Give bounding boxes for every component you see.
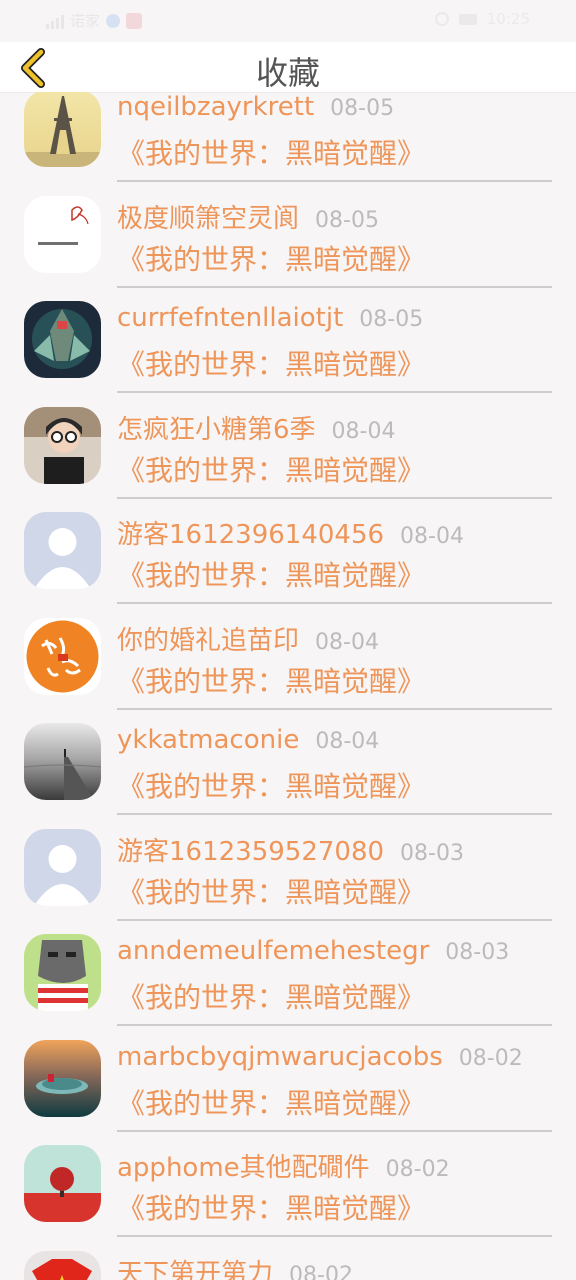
clock-time: 10:25 [486,10,530,28]
item-date: 08-05 [330,96,395,121]
list-item[interactable]: 游客1612359527080 08-03 《我的世界：黑暗觉醒》 [0,813,576,921]
robot-avatar [24,301,101,378]
list-item[interactable]: 游客1612396140456 08-04 《我的世界：黑暗觉醒》 [0,496,576,604]
item-date: 08-05 [359,307,424,332]
user-name: nqeilbzayrkrett [117,92,315,122]
book-title: 《我的世界：黑暗觉醒》 [117,1086,426,1120]
orange-calligraphy-avatar [24,617,101,695]
book-title: 《我的世界：黑暗觉醒》 [117,664,426,698]
list-item[interactable]: marbcbyqjmwarucjacobs 08-02 《我的世界：黑暗觉醒》 [0,1024,576,1132]
book-title: 《我的世界：黑暗觉醒》 [117,981,426,1014]
name-row: marbcbyqjmwarucjacobs 08-02 [117,1042,523,1072]
book-title: 《我的世界：黑暗觉醒》 [117,348,426,381]
default-user-avatar [24,512,101,589]
app-notification-icon [106,13,121,28]
name-row: anndemeulfemehestegr 08-03 [117,936,509,966]
list-item[interactable]: ykkatmaconie 08-04 《我的世界：黑暗觉醒》 [0,707,576,815]
book-title: 《我的世界：黑暗觉醒》 [117,1192,426,1225]
user-name: anndemeulfemehestegr [117,936,430,966]
list-item[interactable]: 极度顺箫空灵阆 08-05 《我的世界：黑暗觉醒》 [0,180,576,288]
item-date: 08-03 [400,840,464,866]
book-title: 《我的世界：黑暗觉醒》 [117,770,426,803]
name-row: nqeilbzayrkrett 08-05 [117,92,394,122]
user-name: 你的婚礼追苗印 [117,625,300,656]
carrier-label: 诺家 [70,12,101,30]
default-user-avatar [24,828,101,906]
white-sketch-avatar [24,195,101,273]
book-title: 《我的世界：黑暗觉醒》 [117,453,426,487]
red-tree-avatar [24,1145,101,1222]
list-item[interactable]: 你的婚礼追苗印 08-04 《我的世界：黑暗觉醒》 [0,602,576,710]
user-name: 天下第开第力 [117,1258,274,1280]
item-date: 08-04 [400,524,464,549]
signal-icon [46,13,64,29]
user-name: ykkatmaconie [117,725,300,755]
eiffel-tower-avatar [24,92,101,167]
masked-figure-avatar [24,934,101,1011]
book-app-icon [126,12,143,29]
item-date: 08-04 [315,629,379,655]
name-row: currfefntenllaiotjt 08-05 [117,303,423,333]
user-name: marbcbyqjmwarucjacobs [117,1041,443,1072]
book-title: 《我的世界：黑暗觉醒》 [117,137,426,170]
alarm-icon [434,12,449,26]
name-row: 天下第开第力 08-02 [117,1253,353,1280]
item-date: 08-04 [331,418,396,444]
pier-avatar [24,723,101,800]
name-row: 你的婚礼追苗印 08-04 [117,620,379,657]
item-date: 08-02 [458,1045,523,1071]
item-date: 08-02 [385,1157,450,1182]
status-left: 诺家 [46,10,143,31]
book-title: 《我的世界：黑暗觉醒》 [117,875,426,909]
list-item[interactable]: 怎疯狂小糖第6季 08-04 《我的世界：黑暗觉醒》 [0,391,576,499]
item-date: 08-04 [315,729,380,754]
status-right: 10:25 [434,10,530,28]
user-name: 极度顺箫空灵阆 [117,203,300,234]
item-date: 08-05 [315,207,379,233]
favorites-list[interactable]: nqeilbzayrkrett 08-05 《我的世界：黑暗觉醒》 极度顺箫空灵… [0,92,576,1280]
page-title: 收藏 [255,54,320,92]
red-shirt-avatar [24,1250,101,1280]
user-name: 怎疯狂小糖第6季 [117,414,316,445]
user-name: currfefntenllaiotjt [117,303,344,333]
name-row: 游客1612396140456 08-04 [117,514,464,551]
user-name: apphome其他配礀件 [117,1153,370,1183]
whale-avatar [24,1039,101,1117]
list-item[interactable]: currfefntenllaiotjt 08-05 《我的世界：黑暗觉醒》 [0,285,576,393]
name-row: 怎疯狂小糖第6季 08-04 [117,409,395,446]
list-item[interactable]: apphome其他配礀件 08-02 《我的世界：黑暗觉醒》 [0,1129,576,1237]
list-item[interactable]: anndemeulfemehestegr 08-03 《我的世界：黑暗觉醒》 [0,918,576,1026]
book-title: 《我的世界：黑暗觉醒》 [117,242,426,276]
item-date: 08-03 [445,940,510,965]
user-name: 游客1612359527080 [117,836,385,867]
status-bar: 诺家 10:25 [0,0,576,42]
header-bar: 收藏 [0,42,576,93]
name-row: 游客1612359527080 08-03 [117,831,464,868]
user-name: 游客1612396140456 [117,520,385,550]
item-date: 08-02 [289,1262,353,1280]
list-item[interactable]: nqeilbzayrkrett 08-05 《我的世界：黑暗觉醒》 [0,92,576,182]
battery-icon [458,13,477,25]
book-title: 《我的世界：黑暗觉醒》 [117,559,426,592]
name-row: apphome其他配礀件 08-02 [117,1147,450,1184]
girl-avatar [24,406,101,484]
name-row: 极度顺箫空灵阆 08-05 [117,198,379,235]
name-row: ykkatmaconie 08-04 [117,725,379,755]
list-item[interactable]: 天下第开第力 08-02 《我的世界：黑暗觉醒》 [0,1235,576,1280]
